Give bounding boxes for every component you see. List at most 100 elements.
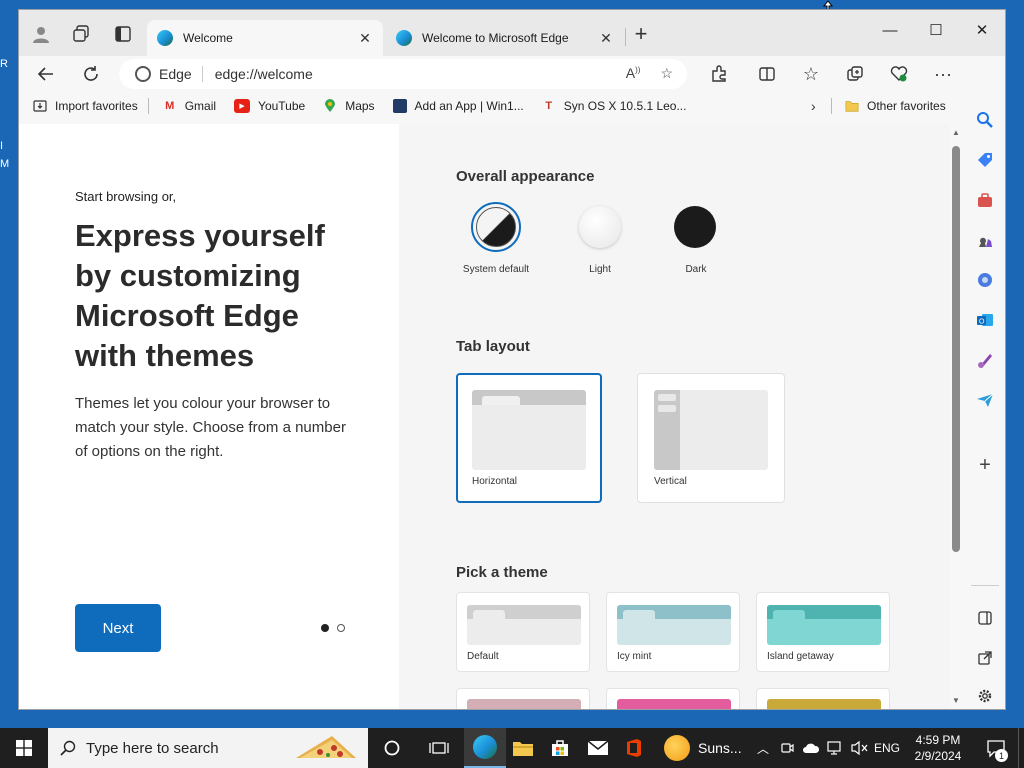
preview-tab-rail xyxy=(654,390,680,470)
fav-other-favorites[interactable]: Other favorites xyxy=(845,99,946,113)
copilot-sidebar-icon[interactable] xyxy=(973,268,997,292)
welcome-headline: Express yourself by customizing Microsof… xyxy=(75,218,325,373)
import-icon xyxy=(33,99,47,113)
site-info-chip[interactable]: Edge xyxy=(119,66,203,82)
fav-label: Maps xyxy=(345,99,375,113)
favorites-bar: Import favorites M Gmail ▶ YouTube Maps … xyxy=(19,92,1005,120)
more-options-icon[interactable]: ··· xyxy=(929,60,957,88)
next-button[interactable]: Next xyxy=(75,604,161,652)
theme-island-getaway[interactable]: Island getaway xyxy=(756,592,890,672)
edge-sidebar: O + xyxy=(963,56,1005,709)
close-tab-icon[interactable]: ✕ xyxy=(598,30,614,47)
language-indicator[interactable]: ENG xyxy=(872,728,902,768)
theme-preview-tab xyxy=(623,610,655,619)
mail-icon[interactable] xyxy=(580,728,616,768)
theme-card[interactable] xyxy=(756,688,890,709)
taskbar-search-box[interactable]: Type here to search xyxy=(48,728,368,768)
appearance-dark[interactable] xyxy=(674,206,716,248)
fav-maps[interactable]: Maps xyxy=(323,99,375,113)
close-window-button[interactable]: ✕ xyxy=(959,14,1005,46)
theme-card[interactable] xyxy=(606,688,740,709)
tab-title: Welcome xyxy=(183,31,233,45)
profile-icon[interactable] xyxy=(31,24,51,44)
favorite-star-icon[interactable]: ☆ xyxy=(660,65,673,82)
close-tab-icon[interactable]: ✕ xyxy=(357,30,373,47)
games-icon[interactable] xyxy=(973,228,997,252)
search-icon[interactable] xyxy=(973,108,997,132)
fav-add-an-app[interactable]: Add an App | Win1... xyxy=(392,99,524,113)
appearance-system-default[interactable] xyxy=(471,202,521,252)
page-scrollbar[interactable]: ▲ ▼ xyxy=(949,124,963,709)
vertical-tabs-icon[interactable] xyxy=(113,24,133,44)
tab-layout-heading: Tab layout xyxy=(456,338,530,355)
fav-import-favorites[interactable]: Import favorites xyxy=(33,99,138,113)
search-icon xyxy=(60,740,76,756)
url-text[interactable]: edge://welcome xyxy=(203,66,313,82)
fav-separator xyxy=(147,98,149,114)
onedrive-icon[interactable] xyxy=(800,728,822,768)
hide-sidebar-icon[interactable] xyxy=(973,606,997,630)
refresh-button[interactable] xyxy=(77,60,105,88)
theme-default[interactable]: Default xyxy=(456,592,590,672)
tab-welcome[interactable]: Welcome ✕ xyxy=(147,20,383,56)
page-dot-active[interactable] xyxy=(321,624,329,632)
office-icon[interactable] xyxy=(618,728,650,768)
weather-widget[interactable]: Suns... xyxy=(664,728,746,768)
tab-layout-vertical[interactable]: Vertical xyxy=(637,373,785,503)
show-desktop-button[interactable] xyxy=(1018,728,1024,768)
theme-icy-mint[interactable]: Icy mint xyxy=(606,592,740,672)
start-button[interactable] xyxy=(0,728,48,768)
theme-label: Default xyxy=(467,651,499,662)
vertical-preview xyxy=(654,390,768,470)
clock[interactable]: 4:59 PM 2/9/2024 xyxy=(906,728,970,768)
extensions-icon[interactable] xyxy=(705,60,733,88)
new-tab-button[interactable]: + xyxy=(631,21,651,46)
chevron-up-icon[interactable]: ︿ xyxy=(754,728,772,768)
minimize-button[interactable]: — xyxy=(867,14,913,46)
collections-icon[interactable] xyxy=(841,60,869,88)
cortana-icon[interactable] xyxy=(370,728,414,768)
read-aloud-icon[interactable]: A)) xyxy=(626,65,641,82)
network-icon[interactable] xyxy=(824,728,846,768)
theme-heading: Pick a theme xyxy=(456,564,548,581)
fav-syn-os[interactable]: T Syn OS X 10.5.1 Leo... xyxy=(542,99,686,113)
back-button[interactable] xyxy=(32,60,60,88)
favorites-icon[interactable]: ☆ xyxy=(797,60,825,88)
outlook-icon[interactable]: O xyxy=(973,308,997,332)
send-icon[interactable] xyxy=(973,388,997,412)
fav-gmail[interactable]: M Gmail xyxy=(163,99,216,113)
tools-icon[interactable] xyxy=(973,188,997,212)
notifications-icon[interactable]: 1 xyxy=(978,728,1014,768)
tab-layout-label: Horizontal xyxy=(472,476,518,487)
taskbar-edge-app[interactable] xyxy=(464,728,506,768)
folder-icon xyxy=(845,99,859,113)
maximize-button[interactable]: ☐ xyxy=(913,14,959,46)
tab-welcome-to-edge[interactable]: Welcome to Microsoft Edge ✕ xyxy=(386,20,624,56)
scroll-down-icon[interactable]: ▼ xyxy=(952,696,960,705)
drop-icon[interactable] xyxy=(973,348,997,372)
shopping-tag-icon[interactable] xyxy=(973,148,997,172)
open-external-icon[interactable] xyxy=(973,646,997,670)
workspaces-icon[interactable] xyxy=(71,24,91,44)
address-bar[interactable]: Edge edge://welcome A)) ☆ xyxy=(119,59,687,89)
tab-layout-horizontal[interactable]: Horizontal xyxy=(456,373,602,503)
theme-card[interactable] xyxy=(456,688,590,709)
theme-preview-tab xyxy=(473,610,505,619)
volume-muted-icon[interactable] xyxy=(848,728,870,768)
split-screen-icon[interactable] xyxy=(753,60,781,88)
browser-essentials-icon[interactable] xyxy=(885,60,913,88)
settings-gear-icon[interactable] xyxy=(973,684,997,708)
page-dot[interactable] xyxy=(337,624,345,632)
file-explorer-icon[interactable] xyxy=(506,728,540,768)
store-icon[interactable] xyxy=(542,728,578,768)
clock-time: 4:59 PM xyxy=(915,733,961,747)
scroll-up-icon[interactable]: ▲ xyxy=(952,128,960,137)
theme-preview-bar xyxy=(617,699,731,709)
scrollbar-thumb[interactable] xyxy=(952,146,960,552)
appearance-light[interactable] xyxy=(579,206,621,248)
task-view-icon[interactable] xyxy=(416,728,462,768)
meet-now-icon[interactable] xyxy=(778,728,796,768)
fav-youtube[interactable]: ▶ YouTube xyxy=(234,99,305,113)
chevron-right-icon[interactable]: › xyxy=(811,98,816,114)
add-sidebar-app-icon[interactable]: + xyxy=(973,453,997,477)
